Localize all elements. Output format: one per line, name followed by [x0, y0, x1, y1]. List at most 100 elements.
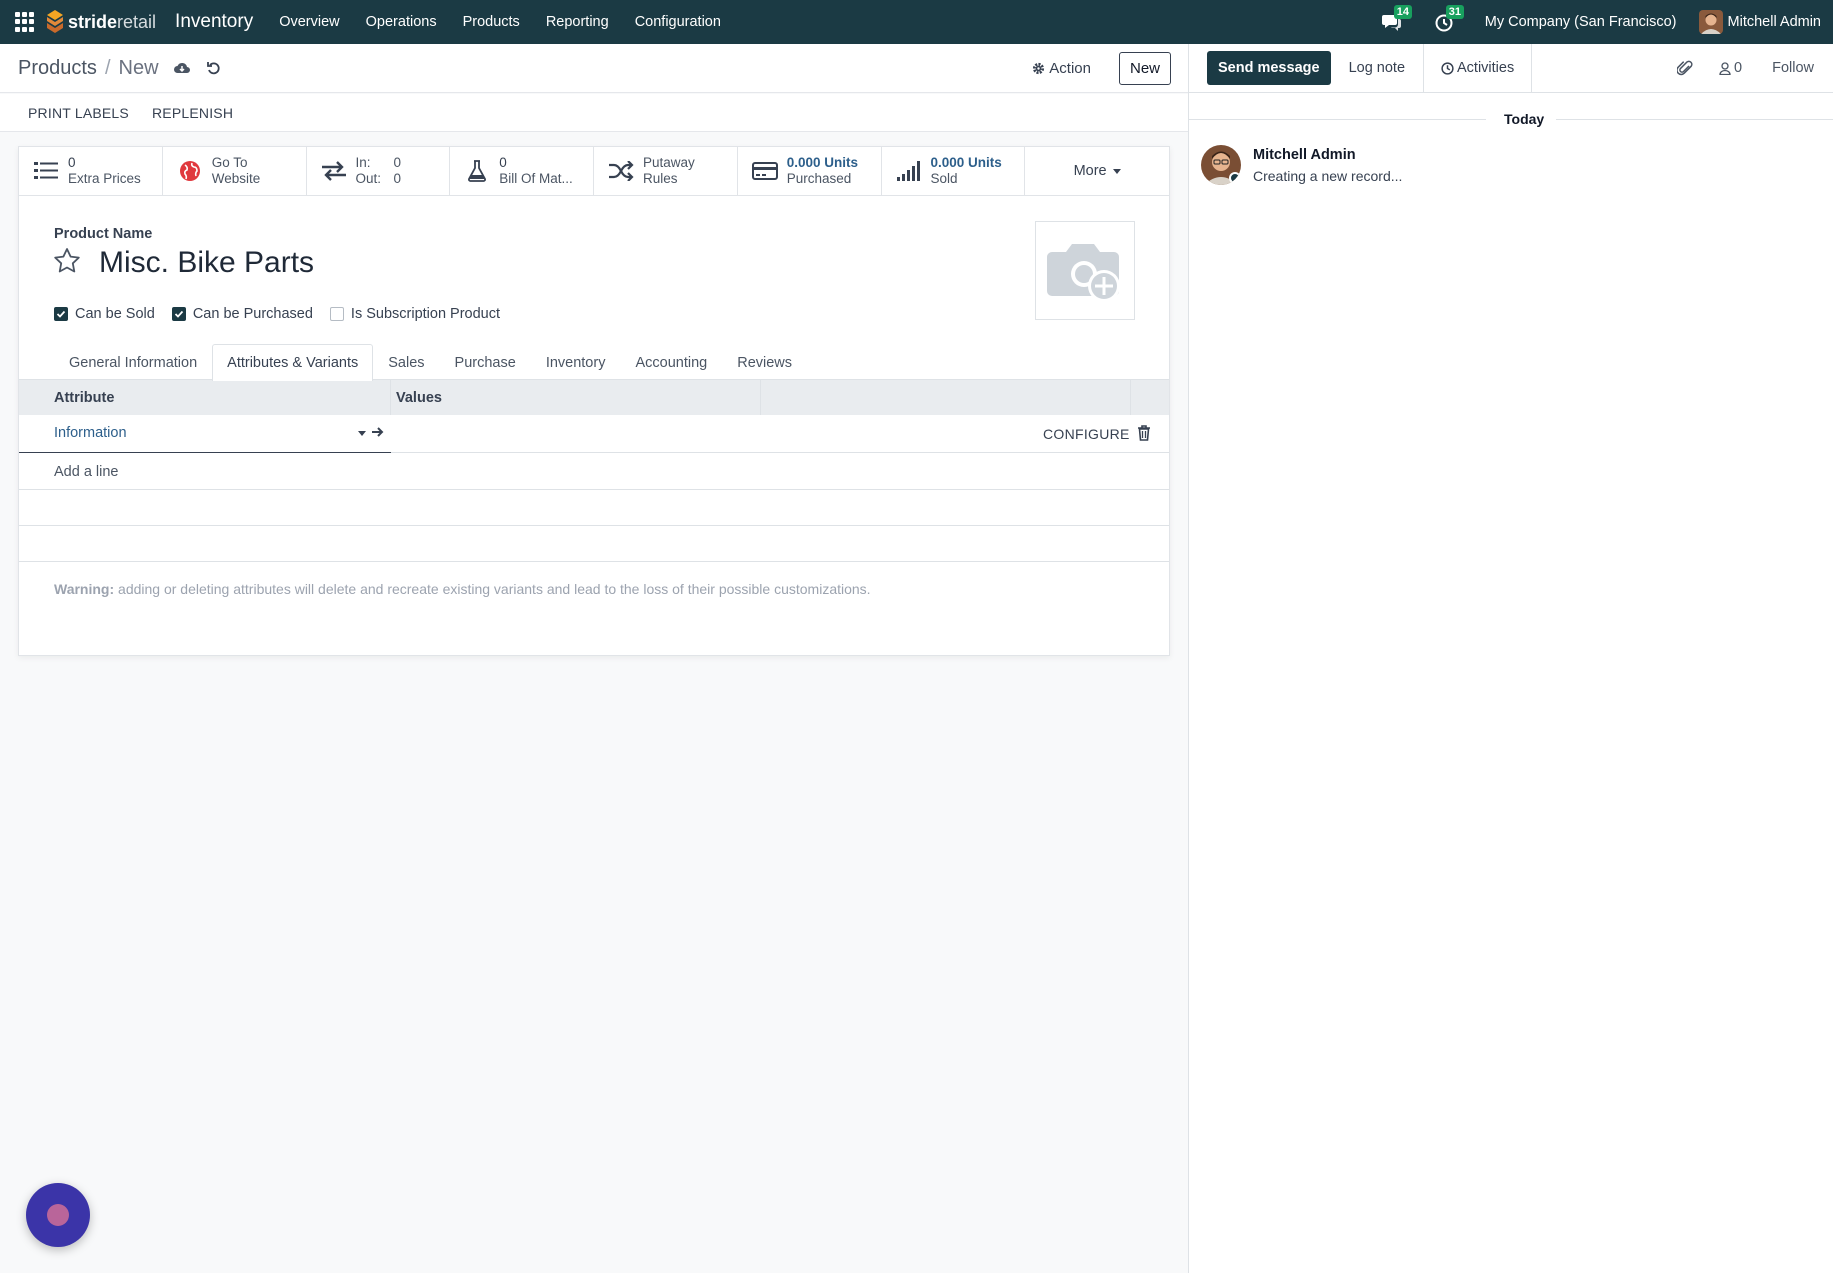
chatter-actions: 0 Follow: [1677, 59, 1814, 77]
menu-products[interactable]: Products: [450, 14, 533, 30]
dropdown-caret-icon[interactable]: [358, 431, 366, 436]
in-out-button[interactable]: In: 0 Out: 0: [307, 147, 451, 195]
top-navbar: stride retail Inventory Overview Operatio…: [0, 0, 1833, 44]
is-subscription-label: Is Subscription Product: [350, 306, 501, 322]
messages-button[interactable]: 14: [1381, 5, 1412, 33]
breadcrumb-products[interactable]: Products: [18, 57, 97, 80]
in-value: 0: [393, 155, 402, 170]
signal-bars-icon: [896, 161, 920, 181]
activities-badge: 31: [1445, 5, 1464, 19]
attribute-field[interactable]: Information: [19, 415, 391, 453]
purchased-value: 0.000 Units: [786, 155, 859, 170]
extra-prices-button[interactable]: 0 Extra Prices: [19, 147, 163, 195]
add-a-line-link[interactable]: Add a line: [54, 464, 119, 480]
replenish-button[interactable]: REPLENISH: [152, 105, 233, 121]
brand-name-bold: stride: [68, 11, 118, 32]
apps-menu-icon[interactable]: [15, 12, 35, 32]
breadcrumb: Products / New: [18, 57, 159, 80]
systray: 14 31 My Company (San Francisco) Mitchel…: [1381, 0, 1833, 44]
column-attribute[interactable]: Attribute: [19, 380, 391, 415]
online-status-icon: [1229, 172, 1241, 184]
product-name-label: Product Name: [54, 226, 153, 242]
new-button[interactable]: New: [1118, 51, 1171, 85]
action-menu-button[interactable]: Action: [1032, 60, 1091, 77]
control-panel: Products / New Action New: [0, 44, 1188, 93]
followers-button[interactable]: 0: [1719, 60, 1742, 76]
paperclip-icon[interactable]: [1677, 59, 1693, 77]
column-spacer: [761, 380, 1131, 415]
checkbox-checked-icon: [54, 307, 68, 321]
user-menu[interactable]: Mitchell Admin: [1698, 10, 1821, 34]
empty-row: [19, 526, 1169, 562]
tab-inventory[interactable]: Inventory: [531, 344, 621, 380]
activities-button[interactable]: Activities: [1424, 43, 1533, 93]
form-statusbar: PRINT LABELS REPLENISH: [0, 94, 1188, 132]
menu-reporting[interactable]: Reporting: [533, 14, 622, 30]
followers-count: 0: [1734, 60, 1743, 76]
menu-overview[interactable]: Overview: [266, 14, 352, 30]
print-labels-button[interactable]: PRINT LABELS: [28, 105, 129, 121]
chatter-message: Mitchell Admin Creating a new record...: [1201, 145, 1402, 185]
date-label: Today: [1492, 111, 1557, 127]
livechat-bubble-icon[interactable]: [26, 1183, 90, 1247]
product-flags: Can be Sold Can be Purchased Is Subscrip…: [54, 306, 517, 322]
tab-accounting[interactable]: Accounting: [620, 344, 722, 380]
product-name-input[interactable]: Misc. Bike Parts: [99, 246, 314, 280]
can-be-sold-checkbox[interactable]: Can be Sold: [54, 306, 155, 322]
go-to-website-button[interactable]: Go To Website: [163, 147, 307, 195]
user-avatar: [1698, 10, 1723, 34]
menu-configuration[interactable]: Configuration: [622, 14, 734, 30]
in-label: In:: [355, 155, 371, 170]
discard-undo-icon[interactable]: [205, 59, 223, 77]
putaway-rules-button[interactable]: Putaway Rules: [594, 147, 738, 195]
is-subscription-checkbox[interactable]: Is Subscription Product: [329, 306, 501, 322]
attribute-value[interactable]: Information: [54, 425, 127, 441]
user-name: Mitchell Admin: [1727, 14, 1821, 30]
camera-plus-icon: [1047, 243, 1120, 302]
tab-attributes-variants[interactable]: Attributes & Variants: [212, 344, 374, 381]
purchased-button[interactable]: 0.000 Units Purchased: [738, 147, 882, 195]
internal-link-arrow-icon[interactable]: [371, 425, 385, 439]
sold-value: 0.000 Units: [930, 155, 1002, 170]
column-values[interactable]: Values: [391, 380, 761, 415]
configure-button[interactable]: CONFIGURE: [1043, 426, 1130, 442]
exchange-arrows-icon: [321, 161, 346, 181]
empty-row: [19, 490, 1169, 526]
attributes-table-header: Attribute Values: [19, 379, 1169, 415]
more-smart-buttons[interactable]: More: [1025, 147, 1169, 195]
tab-purchase[interactable]: Purchase: [440, 344, 531, 380]
follow-button[interactable]: Follow: [1772, 60, 1814, 76]
add-line-row: Add a line: [19, 453, 1169, 490]
app-title[interactable]: Inventory: [175, 11, 253, 33]
menu-operations[interactable]: Operations: [353, 14, 450, 30]
out-value: 0: [393, 171, 402, 186]
activities-button[interactable]: 31: [1433, 5, 1464, 33]
tab-general-information[interactable]: General Information: [54, 344, 212, 380]
brand-logo[interactable]: stride retail: [45, 9, 156, 35]
credit-card-icon: [751, 162, 778, 180]
message-body: Creating a new record...: [1253, 168, 1403, 184]
main-menu: Overview Operations Products Reporting C…: [266, 14, 734, 30]
sold-label: Sold: [930, 171, 958, 186]
company-switcher[interactable]: My Company (San Francisco): [1485, 14, 1677, 30]
table-row[interactable]: Information CONFIGURE: [19, 415, 1169, 453]
save-cloud-icon[interactable]: [173, 59, 191, 77]
log-note-button[interactable]: Log note: [1349, 43, 1425, 93]
message-author[interactable]: Mitchell Admin: [1253, 147, 1402, 163]
product-image-upload[interactable]: [1035, 221, 1135, 320]
trash-icon[interactable]: [1137, 425, 1151, 441]
control-panel-actions: Action New: [1032, 51, 1171, 85]
can-be-purchased-checkbox[interactable]: Can be Purchased: [171, 306, 313, 322]
can-be-sold-label: Can be Sold: [75, 306, 155, 322]
tab-reviews[interactable]: Reviews: [722, 344, 807, 380]
tab-sales[interactable]: Sales: [373, 344, 439, 380]
extra-prices-label: Extra Prices: [68, 171, 141, 186]
author-avatar[interactable]: [1201, 145, 1241, 185]
favorite-star-icon[interactable]: [53, 247, 81, 275]
list-icon: [34, 162, 58, 179]
send-message-button[interactable]: Send message: [1207, 51, 1331, 85]
bill-of-materials-button[interactable]: 0 Bill Of Mat...: [450, 147, 594, 195]
sold-button[interactable]: 0.000 Units Sold: [882, 147, 1026, 195]
caret-down-icon: [1112, 168, 1121, 174]
more-label: More: [1073, 163, 1107, 179]
